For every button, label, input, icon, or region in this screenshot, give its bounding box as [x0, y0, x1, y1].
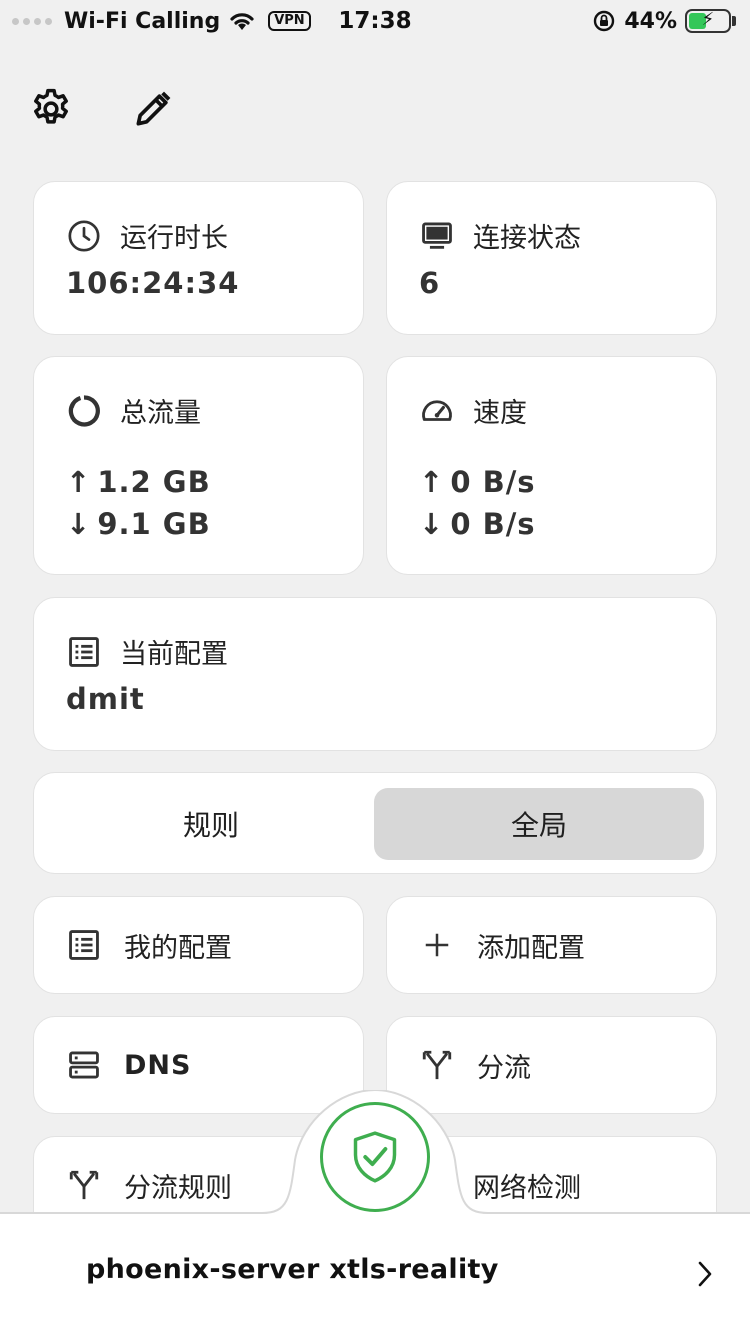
list-icon	[69, 636, 99, 667]
connect-toggle-button[interactable]	[320, 1102, 430, 1212]
speed-down: ↓ 0 B/s	[419, 507, 536, 541]
chevron-right-icon[interactable]	[690, 1256, 720, 1292]
uptime-label: 运行时长	[120, 223, 228, 254]
app-screen: Wi-Fi Calling VPN 17:38 44% ⚡ 运行时长 106:2…	[0, 0, 750, 1334]
list-icon	[69, 930, 99, 960]
traffic-up: ↑ 1.2 GB	[66, 465, 211, 499]
traffic-label: 总流量	[120, 398, 201, 429]
mode-global-option[interactable]: 全局	[374, 788, 704, 860]
current-profile-value: dmit	[66, 682, 145, 716]
connections-label: 连接状态	[473, 223, 581, 254]
server-icon	[69, 1051, 99, 1079]
mode-rule-option[interactable]: 规则	[46, 788, 376, 860]
speed-card: 速度 ↑ 0 B/s ↓ 0 B/s	[386, 356, 717, 575]
arrow-down-icon: ↓	[419, 507, 445, 541]
current-node-label[interactable]: phoenix-server xtls-reality	[86, 1254, 499, 1285]
uptime-value: 106:24:34	[66, 266, 240, 300]
my-profiles-label: 我的配置	[124, 932, 232, 964]
arrow-up-icon: ↑	[66, 465, 92, 499]
top-toolbar	[28, 86, 176, 132]
arrow-down-icon: ↓	[66, 507, 92, 541]
traffic-card: 总流量 ↑ 1.2 GB ↓ 9.1 GB	[33, 356, 364, 575]
connections-card: 连接状态 6	[386, 181, 717, 335]
ring-icon	[68, 394, 100, 427]
split-arrows-icon	[422, 1050, 452, 1080]
routing-label: 分流	[477, 1052, 531, 1084]
arrow-up-icon: ↑	[419, 465, 445, 499]
current-profile-card[interactable]: 当前配置 dmit	[33, 597, 717, 751]
traffic-down: ↓ 9.1 GB	[66, 507, 211, 541]
speed-up: ↑ 0 B/s	[419, 465, 536, 499]
speedometer-icon	[422, 399, 452, 421]
add-profile-button[interactable]: 添加配置	[386, 896, 717, 994]
connections-value: 6	[419, 266, 441, 300]
plus-icon	[425, 933, 449, 957]
monitor-icon	[422, 222, 452, 249]
shield-check-icon	[353, 1131, 397, 1183]
split-arrows-icon	[69, 1170, 99, 1200]
mode-segmented-control: 规则 全局	[33, 772, 717, 874]
dns-label: DNS	[124, 1049, 192, 1081]
pencil-icon	[136, 91, 171, 126]
settings-button[interactable]	[28, 86, 74, 132]
speed-label: 速度	[473, 398, 527, 429]
speed-up-value: 0 B/s	[450, 465, 536, 499]
edit-button[interactable]	[130, 86, 176, 132]
status-right: 44% ⚡	[592, 6, 736, 36]
current-profile-label: 当前配置	[120, 639, 228, 670]
traffic-up-value: 1.2 GB	[97, 465, 211, 499]
clock-icon	[68, 219, 100, 252]
my-profiles-button[interactable]: 我的配置	[33, 896, 364, 994]
routing-rules-label: 分流规则	[124, 1172, 232, 1204]
traffic-down-value: 9.1 GB	[97, 507, 211, 541]
gear-icon	[34, 88, 68, 124]
add-profile-label: 添加配置	[477, 932, 585, 964]
routing-button[interactable]: 分流	[386, 1016, 717, 1114]
speed-down-value: 0 B/s	[450, 507, 536, 541]
status-bar: Wi-Fi Calling VPN 17:38 44% ⚡	[0, 0, 750, 44]
orientation-lock-icon	[594, 10, 615, 32]
network-check-label: 网络检测	[473, 1172, 581, 1204]
battery-icon: ⚡	[685, 9, 731, 33]
dns-button[interactable]: DNS	[33, 1016, 364, 1114]
uptime-card: 运行时长 106:24:34	[33, 181, 364, 335]
battery-percent: 44%	[624, 8, 677, 34]
